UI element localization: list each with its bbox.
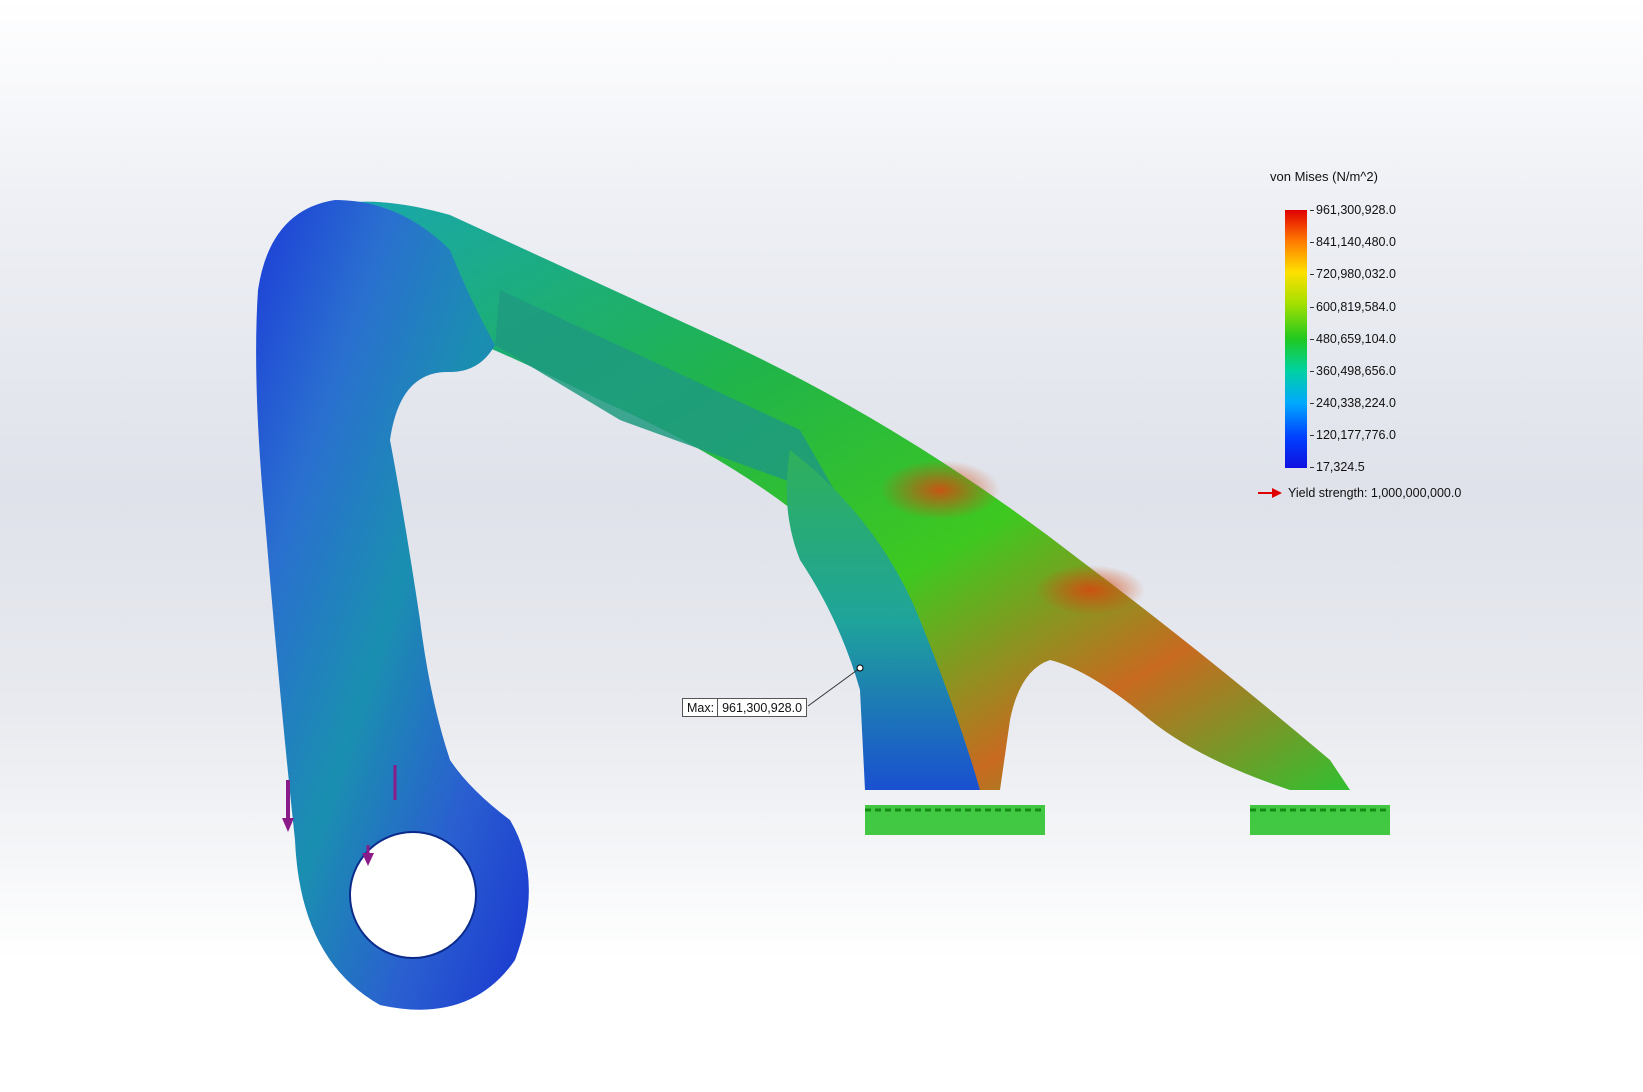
max-probe-title: Max: <box>687 700 715 715</box>
max-probe-value: 961,300,928.0 <box>717 699 806 716</box>
legend-tick <box>1310 307 1314 308</box>
stress-hotspot <box>1035 565 1145 615</box>
legend-label: 961,300,928.0 <box>1316 203 1396 217</box>
legend-label: 720,980,032.0 <box>1316 267 1396 281</box>
legend-tick <box>1310 274 1314 275</box>
legend-title: von Mises (N/m^2) <box>1270 169 1378 184</box>
legend-color-bar <box>1285 210 1307 468</box>
legend-tick <box>1310 339 1314 340</box>
stress-legend[interactable]: von Mises (N/m^2) 961,300,928.0 841,140,… <box>1270 165 1570 505</box>
legend-label: 17,324.5 <box>1316 460 1365 474</box>
graphics-viewport[interactable] <box>0 0 1643 1092</box>
legend-tick <box>1310 242 1314 243</box>
red-arrow-icon <box>1258 488 1282 498</box>
max-probe-point[interactable] <box>856 664 864 672</box>
legend-label: 120,177,776.0 <box>1316 428 1396 442</box>
stress-plot-model[interactable] <box>0 0 1643 1092</box>
legend-label: 841,140,480.0 <box>1316 235 1396 249</box>
yield-strength-indicator: Yield strength: 1,000,000,000.0 <box>1258 486 1461 500</box>
legend-label: 360,498,656.0 <box>1316 364 1396 378</box>
yield-strength-label: Yield strength: 1,000,000,000.0 <box>1288 486 1462 500</box>
legend-tick <box>1310 371 1314 372</box>
legend-label: 600,819,584.0 <box>1316 300 1396 314</box>
legend-tick <box>1310 467 1314 468</box>
legend-tick <box>1310 210 1314 211</box>
legend-tick <box>1310 435 1314 436</box>
fixed-geometry-fixture <box>865 805 1390 835</box>
stress-hotspot <box>880 460 1000 520</box>
legend-tick <box>1310 403 1314 404</box>
max-probe-leader <box>807 667 861 707</box>
legend-label: 240,338,224.0 <box>1316 396 1396 410</box>
legend-label: 480,659,104.0 <box>1316 332 1396 346</box>
max-probe-label[interactable]: Max: 961,300,928.0 <box>682 698 808 717</box>
